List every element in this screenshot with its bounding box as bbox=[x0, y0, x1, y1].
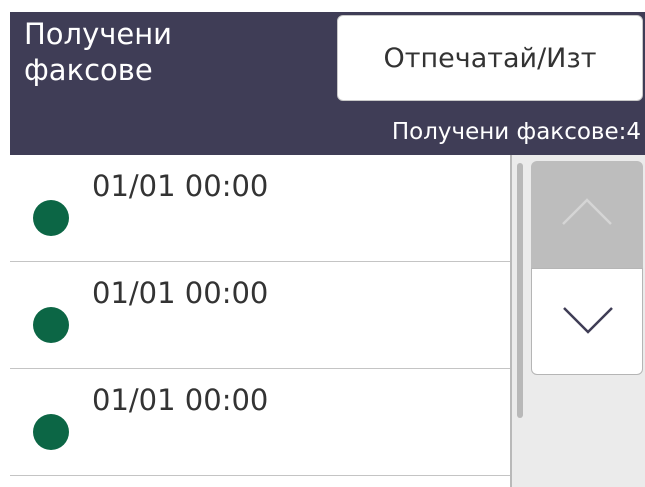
fax-date-time: 01/01 00:00 bbox=[92, 169, 269, 203]
chevron-up-icon bbox=[562, 198, 612, 225]
scroll-panel bbox=[512, 155, 645, 487]
scroll-up-button[interactable] bbox=[531, 161, 643, 268]
received-fax-count: Получени факсове:4 bbox=[391, 119, 641, 145]
scroll-down-button[interactable] bbox=[531, 268, 643, 375]
fax-date-time: 01/01 00:00 bbox=[92, 383, 269, 417]
chevron-down-icon bbox=[563, 307, 613, 334]
fax-list-item[interactable]: 01/01 00:00 bbox=[10, 155, 510, 262]
fax-date-time: 01/01 00:00 bbox=[92, 276, 269, 310]
fax-screen: Получени факсове Отпечатай/Изт Получени … bbox=[0, 0, 645, 487]
green-dot-icon bbox=[33, 307, 69, 343]
header-bar: Получени факсове Отпечатай/Изт Получени … bbox=[10, 12, 645, 155]
fax-list: 01/01 00:00 01/01 00:00 01/01 00:00 bbox=[10, 155, 510, 487]
scrollbar[interactable] bbox=[517, 163, 523, 418]
fax-list-item[interactable]: 01/01 00:00 bbox=[10, 369, 510, 476]
green-dot-icon bbox=[33, 200, 69, 236]
print-delete-button[interactable]: Отпечатай/Изт bbox=[337, 15, 643, 101]
fax-list-item[interactable]: 01/01 00:00 bbox=[10, 262, 510, 369]
green-dot-icon bbox=[33, 414, 69, 450]
page-title: Получени факсове bbox=[24, 17, 173, 87]
